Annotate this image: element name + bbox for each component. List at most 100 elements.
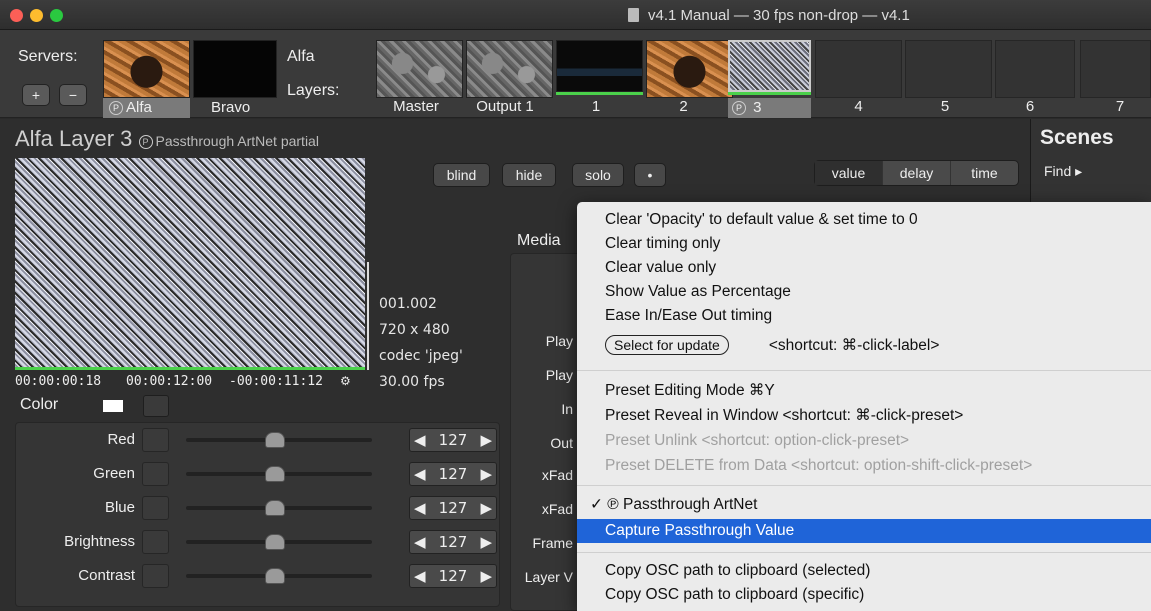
stepper-red[interactable]: ◀ 127 ▶ — [409, 428, 497, 452]
context-menu: Clear 'Opacity' to default value & set t… — [577, 202, 1151, 611]
slider-thumb-blue[interactable] — [265, 500, 285, 516]
control-label-contrast: Contrast — [78, 567, 135, 584]
layer-thumbnail-2[interactable] — [646, 40, 733, 98]
menu-item-show-percentage[interactable]: Show Value as Percentage — [605, 281, 791, 303]
layer-label-5[interactable]: 5 — [905, 98, 985, 115]
control-box-red[interactable] — [142, 428, 169, 452]
media-row-layer-v: Layer V — [524, 569, 573, 585]
preview-progress-bar[interactable] — [15, 367, 365, 370]
slider-thumb-brightness[interactable] — [265, 534, 285, 550]
control-box-blue[interactable] — [142, 496, 169, 520]
server-label-bravo[interactable]: Bravo — [205, 98, 275, 118]
value-brightness[interactable]: 127 — [439, 533, 468, 551]
slider-thumb-contrast[interactable] — [265, 568, 285, 584]
menu-item-preset-unlink: Preset Unlink <shortcut: option-click-pr… — [605, 432, 910, 449]
control-label-red: Red — [107, 431, 135, 448]
menu-item-preset-reveal[interactable]: Preset Reveal in Window <shortcut: ⌘-cli… — [605, 405, 963, 427]
layer-title: Alfa Layer 3 P Passthrough ArtNet partial — [15, 126, 319, 151]
slider-thumb-red[interactable] — [265, 432, 285, 448]
hide-button[interactable]: hide — [502, 163, 556, 187]
menu-item-clear-timing[interactable]: Clear timing only — [605, 233, 720, 255]
media-row-xfade-2: xFad — [541, 501, 573, 517]
layer-label-master[interactable]: Master — [376, 98, 456, 115]
server-thumbnail-alfa[interactable] — [103, 40, 190, 98]
tab-delay[interactable]: delay — [882, 161, 950, 185]
dot-button[interactable]: • — [634, 163, 666, 187]
level-indicator — [367, 262, 369, 370]
layer-thumbnail-3[interactable] — [728, 40, 811, 92]
tab-time[interactable]: time — [950, 161, 1018, 185]
color-picker-box[interactable] — [143, 395, 169, 417]
menu-item-copy-osc-specific[interactable]: Copy OSC path to clipboard (specific) — [605, 584, 864, 606]
decrement-icon[interactable]: ◀ — [414, 567, 426, 585]
menu-item-copy-osc-selected[interactable]: Copy OSC path to clipboard (selected) — [605, 560, 870, 582]
color-swatch[interactable] — [103, 400, 123, 412]
layer-slot-7[interactable] — [1080, 40, 1151, 98]
stepper-brightness[interactable]: ◀ 127 ▶ — [409, 530, 497, 554]
slider-thumb-green[interactable] — [265, 466, 285, 482]
value-contrast[interactable]: 127 — [439, 567, 468, 585]
value-red[interactable]: 127 — [439, 431, 468, 449]
minimize-window-button[interactable] — [30, 9, 43, 22]
find-button[interactable]: Find ▸ — [1044, 163, 1082, 180]
increment-icon[interactable]: ▶ — [480, 499, 492, 517]
layer-thumbnail-output-1[interactable] — [466, 40, 553, 98]
media-row-in: In — [561, 401, 573, 417]
menu-item-preset-delete: Preset DELETE from Data <shortcut: optio… — [605, 457, 1033, 474]
zoom-window-button[interactable] — [50, 9, 63, 22]
control-box-green[interactable] — [142, 462, 169, 486]
increment-icon[interactable]: ▶ — [480, 431, 492, 449]
layer-label-1[interactable]: 1 — [556, 98, 636, 115]
layer-slot-6[interactable] — [995, 40, 1075, 98]
layer-slot-5[interactable] — [905, 40, 992, 98]
media-row-out: Out — [550, 435, 573, 451]
decrement-icon[interactable]: ◀ — [414, 431, 426, 449]
layer-label-3[interactable]: P 3 — [728, 98, 811, 118]
control-label-brightness: Brightness — [64, 533, 135, 550]
close-window-button[interactable] — [10, 9, 23, 22]
stepper-blue[interactable]: ◀ 127 ▶ — [409, 496, 497, 520]
layer-label-output-1[interactable]: Output 1 — [466, 98, 544, 115]
value-delay-time-segmented-control: value delay time — [814, 160, 1019, 186]
value-green[interactable]: 127 — [439, 465, 468, 483]
layer-slot-4[interactable] — [815, 40, 902, 98]
menu-item-clear-opacity[interactable]: Clear 'Opacity' to default value & set t… — [605, 209, 918, 231]
control-box-contrast[interactable] — [142, 564, 169, 588]
control-box-brightness[interactable] — [142, 530, 169, 554]
menu-item-preset-editing[interactable]: Preset Editing Mode ⌘Y — [605, 380, 775, 402]
layer-thumbnail-master[interactable] — [376, 40, 463, 98]
select-for-update-button[interactable]: Select for update — [605, 335, 729, 355]
blind-button[interactable]: blind — [433, 163, 490, 187]
menu-item-clear-value[interactable]: Clear value only — [605, 257, 716, 279]
menu-item-ease-timing[interactable]: Ease In/Ease Out timing — [605, 305, 772, 327]
server-thumbnail-bravo[interactable] — [193, 40, 277, 98]
menu-item-select-for-update[interactable]: Select for update <shortcut: ⌘-click-labe… — [605, 335, 939, 357]
current-server-name: Alfa — [287, 48, 315, 65]
passthrough-icon: P — [138, 135, 153, 149]
tab-value[interactable]: value — [815, 161, 882, 185]
remove-server-button[interactable]: − — [59, 84, 87, 106]
add-server-button[interactable]: + — [22, 84, 50, 106]
layer-thumbnail-1[interactable] — [556, 40, 643, 92]
menu-item-passthrough-artnet[interactable]: ✓ ℗ Passthrough ArtNet — [590, 494, 757, 516]
menu-item-capture-passthrough[interactable]: Capture Passthrough Value — [605, 520, 794, 542]
decrement-icon[interactable]: ◀ — [414, 533, 426, 551]
increment-icon[interactable]: ▶ — [480, 567, 492, 585]
menu-separator — [577, 552, 1151, 553]
value-blue[interactable]: 127 — [439, 499, 468, 517]
increment-icon[interactable]: ▶ — [480, 465, 492, 483]
server-label-alfa[interactable]: P Alfa — [103, 98, 190, 118]
layer-label-7[interactable]: 7 — [1080, 98, 1151, 115]
layer-label-6[interactable]: 6 — [995, 98, 1065, 115]
gear-icon[interactable]: ⚙ — [340, 374, 351, 388]
stepper-contrast[interactable]: ◀ 127 ▶ — [409, 564, 497, 588]
window-title: v4.1 Manual — 30 fps non-drop — v4.1 — [648, 7, 910, 24]
layer-3-progress — [728, 92, 811, 95]
increment-icon[interactable]: ▶ — [480, 533, 492, 551]
decrement-icon[interactable]: ◀ — [414, 499, 426, 517]
solo-button[interactable]: solo — [572, 163, 624, 187]
decrement-icon[interactable]: ◀ — [414, 465, 426, 483]
layer-label-2[interactable]: 2 — [646, 98, 721, 115]
stepper-green[interactable]: ◀ 127 ▶ — [409, 462, 497, 486]
layer-label-4[interactable]: 4 — [815, 98, 902, 115]
